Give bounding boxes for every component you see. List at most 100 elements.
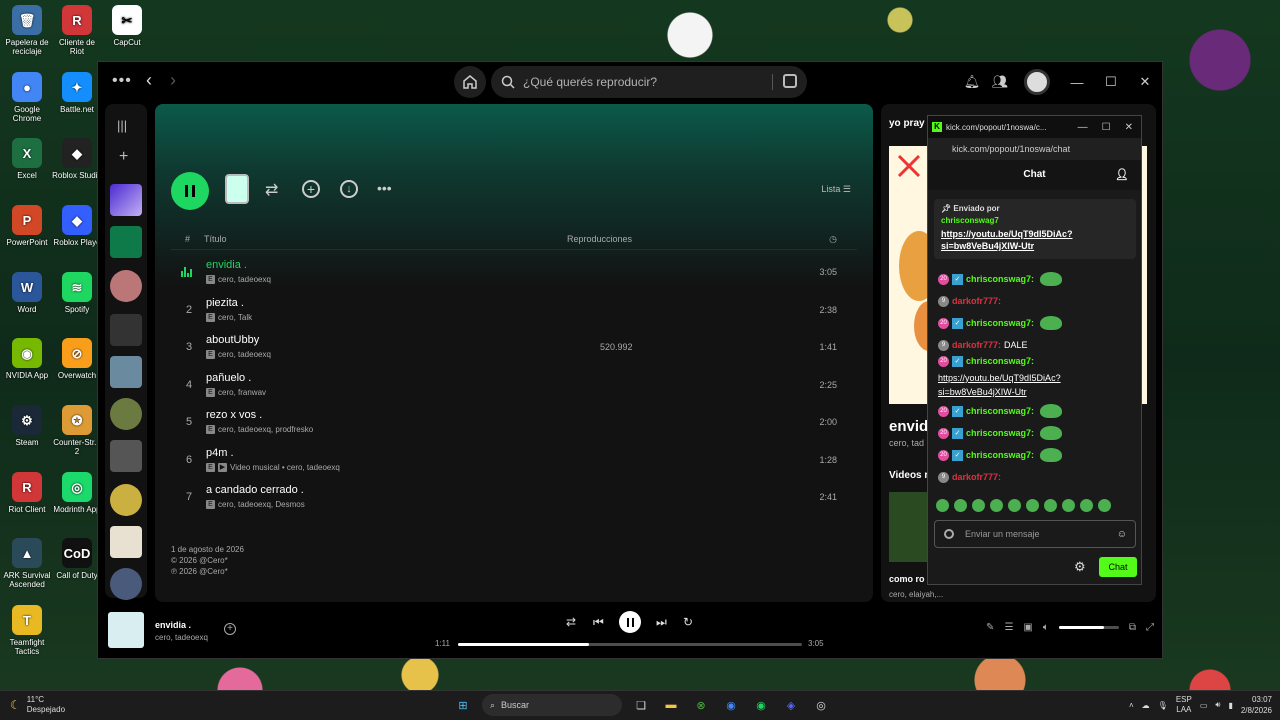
emote-icon[interactable] xyxy=(1008,499,1021,512)
artist-avatar-4[interactable] xyxy=(110,568,142,600)
previous-icon[interactable]: ⏮︎ xyxy=(593,615,604,630)
chat-username[interactable]: chrisconswag7: xyxy=(966,318,1034,328)
desktop-icon-spotify[interactable]: ≋ Spotify xyxy=(52,272,102,314)
desktop-icon-roblox-studio[interactable]: ◆ Roblox Studio xyxy=(52,138,102,180)
emote-icon[interactable] xyxy=(1080,499,1093,512)
pinned-link[interactable]: https://youtu.be/UqT9dI5DiAc?si=bw8VeBu4… xyxy=(941,228,1129,252)
emoji-icon[interactable]: ☺ xyxy=(1117,529,1127,540)
track-row[interactable]: 3 aboutUbby Ecero, tadeoexq 520.992 1:41 xyxy=(171,329,857,366)
track-title[interactable]: aboutUbby xyxy=(206,334,259,346)
desktop-icon-modrinth[interactable]: ◎ Modrinth App xyxy=(52,472,102,514)
panel-song-title[interactable]: envid xyxy=(889,418,928,435)
add-to-library-icon[interactable]: + xyxy=(302,180,320,198)
miniplayer-icon[interactable]: ⧉ xyxy=(1129,622,1136,633)
saved-episodes-icon[interactable] xyxy=(110,226,142,258)
emote-picker-icon[interactable] xyxy=(944,529,954,539)
play-pause-button[interactable] xyxy=(171,172,209,210)
minimize-icon[interactable]: — xyxy=(1060,75,1094,90)
speaker-icon[interactable]: 🔊︎ xyxy=(1215,700,1220,710)
emote-icon[interactable] xyxy=(936,499,949,512)
file-explorer-icon[interactable]: ▬ xyxy=(660,694,682,716)
search-input[interactable]: ¿Qué querés reproducir? xyxy=(491,66,807,98)
emote-icon[interactable] xyxy=(1062,499,1075,512)
track-artists[interactable]: cero, tadeoexq xyxy=(218,350,271,359)
repeat-icon[interactable]: ↻ xyxy=(683,615,693,629)
avatar[interactable] xyxy=(1024,69,1050,95)
chat-username[interactable]: chrisconswag7: xyxy=(966,428,1034,438)
shuffle-icon[interactable]: ⇄ xyxy=(265,180,278,200)
library-icon[interactable]: ||| xyxy=(117,118,127,133)
desktop-icon-chrome[interactable]: ● Google Chrome xyxy=(2,72,52,123)
discord-icon[interactable]: ◈ xyxy=(780,694,802,716)
emote-icon[interactable] xyxy=(972,499,985,512)
network-icon[interactable]: ▭ xyxy=(1200,701,1208,710)
player-cover[interactable] xyxy=(108,612,144,648)
task-view-icon[interactable]: ❏ xyxy=(630,694,652,716)
playlist-cover-3[interactable] xyxy=(110,440,142,472)
friends-icon[interactable]: 👥︎ xyxy=(986,68,1014,96)
back-arrow-icon[interactable]: ‹ xyxy=(146,70,152,91)
playlist-cover-1[interactable] xyxy=(110,314,142,346)
track-row[interactable]: 2 piezita . Ecero, Talk 2:38 xyxy=(171,292,857,329)
artist-avatar-2[interactable] xyxy=(110,398,142,430)
xbox-icon[interactable]: ⊗ xyxy=(690,694,712,716)
pinned-user[interactable]: chrisconswag7 xyxy=(941,216,1129,225)
pencil-icon[interactable]: ✎ xyxy=(986,622,994,633)
video-thumbnail[interactable] xyxy=(889,492,929,562)
track-artists[interactable]: cero, tadeoexq xyxy=(218,275,271,284)
spotify-icon[interactable]: ◉ xyxy=(750,694,772,716)
add-to-playlist-icon[interactable]: + xyxy=(224,623,236,635)
battery-icon[interactable]: ▮ xyxy=(1228,701,1232,710)
track-title[interactable]: p4m . xyxy=(206,447,234,459)
chat-username[interactable]: darkofr777: xyxy=(952,296,1001,306)
chat-username[interactable]: chrisconswag7: xyxy=(966,356,1034,366)
close-icon[interactable]: ✕ xyxy=(1125,122,1133,133)
connect-device-icon[interactable]: ▣ xyxy=(1023,622,1032,633)
desktop-icon-overwatch[interactable]: ⊘ Overwatch xyxy=(52,338,102,380)
desktop-icon-roblox-player[interactable]: ◆ Roblox Playe xyxy=(52,205,102,247)
track-artists[interactable]: cero, tadeoexq, Desmos xyxy=(218,500,305,509)
desktop-icon-riot-client[interactable]: R Cliente de Riot xyxy=(52,5,102,56)
track-title[interactable]: pañuelo . xyxy=(206,372,251,384)
microphone-icon[interactable]: 🎙︎ xyxy=(1158,701,1168,710)
chat-message-input[interactable]: Enviar un mensaje ☺ xyxy=(934,520,1136,548)
chat-link[interactable]: https://youtu.be/UqT9dI5DiAc?si=bw8VeBu4… xyxy=(938,371,1098,399)
maximize-icon[interactable]: ☐ xyxy=(1094,74,1128,90)
maximize-icon[interactable]: ☐ xyxy=(1102,122,1111,133)
weather-widget[interactable]: ☾ 11°C Despejado xyxy=(10,695,65,715)
view-toggle[interactable]: Lista ☰ xyxy=(821,184,851,195)
clock[interactable]: 03:07 2/8/2026 xyxy=(1241,694,1272,716)
track-row[interactable]: 6 p4m . E ▶ Video musical • cero, tadeoexq 1:… xyxy=(171,442,857,479)
bell-icon[interactable]: 🔔︎ xyxy=(958,68,986,96)
chat-username[interactable]: chrisconswag7: xyxy=(966,406,1034,416)
desktop-icon-powerpoint[interactable]: P PowerPoint xyxy=(2,205,52,247)
artist-avatar-3[interactable] xyxy=(110,484,142,516)
track-title[interactable]: rezo x vos . xyxy=(206,409,262,421)
chat-url-bar[interactable]: kick.com/popout/1noswa/chat xyxy=(928,138,1141,160)
windows-start-icon[interactable]: ⊞ xyxy=(452,694,474,716)
desktop-icon-steam[interactable]: ⚙ Steam xyxy=(2,405,52,447)
chevron-up-icon[interactable]: ˄ xyxy=(1129,701,1134,710)
track-row[interactable]: 5 rezo x vos . Ecero, tadeoexq, prodfresko… xyxy=(171,404,857,441)
queue-icon[interactable]: ☰ xyxy=(1004,622,1013,633)
next-song-artists[interactable]: cero, elaiyah,... xyxy=(889,590,943,599)
emote-icon[interactable] xyxy=(1098,499,1111,512)
album-thumbnail[interactable] xyxy=(225,174,249,204)
desktop-icon-ark[interactable]: ▲ ARK Survival Ascended xyxy=(2,538,52,589)
next-icon[interactable]: ⏭︎ xyxy=(656,615,667,630)
volume-slider[interactable] xyxy=(1058,626,1119,629)
track-row[interactable]: envidia . Ecero, tadeoexq 3:05 xyxy=(171,254,857,291)
add-icon[interactable]: + xyxy=(119,148,128,166)
gear-icon[interactable]: ⚙ xyxy=(1074,559,1086,575)
liked-songs-icon[interactable] xyxy=(110,184,142,216)
track-artists[interactable]: Video musical • cero, tadeoexq xyxy=(230,463,340,472)
track-title[interactable]: envidia . xyxy=(206,259,247,271)
desktop-icon-recycle-bin[interactable]: 🗑 Papelera de reciclaje xyxy=(2,5,52,56)
fullscreen-icon[interactable]: ⤢ xyxy=(1146,622,1154,633)
track-title[interactable]: a candado cerrado . xyxy=(206,484,304,496)
menu-dots-icon[interactable]: ••• xyxy=(112,72,132,90)
desktop-icon-tft[interactable]: T Teamfight Tactics xyxy=(2,605,52,656)
minimize-icon[interactable]: — xyxy=(1078,122,1088,133)
onedrive-icon[interactable]: ☁ xyxy=(1142,701,1150,710)
artist-avatar-1[interactable] xyxy=(110,270,142,302)
